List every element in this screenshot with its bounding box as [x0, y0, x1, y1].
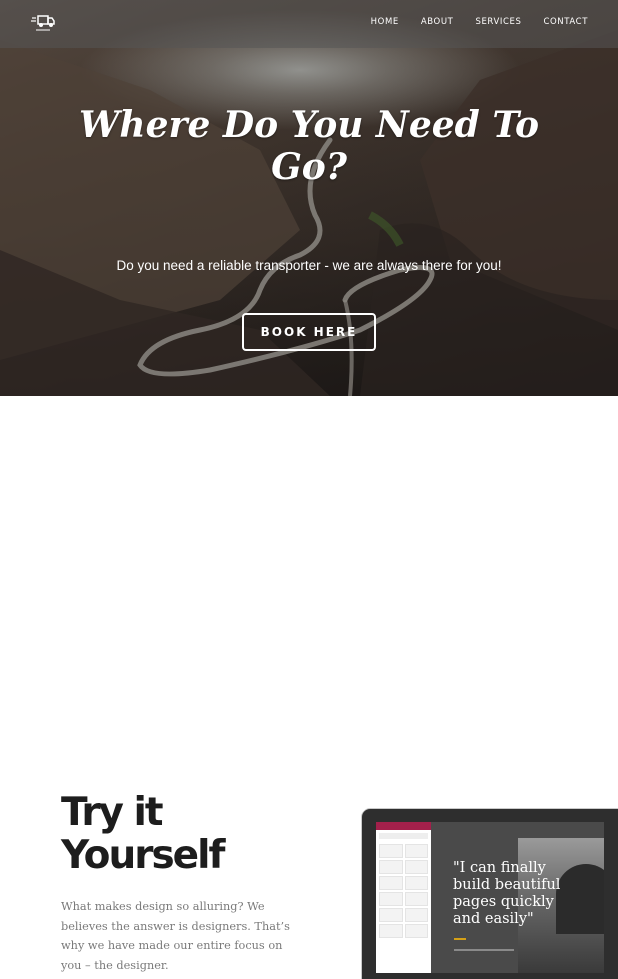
book-here-button[interactable]: BOOK HERE	[242, 313, 376, 351]
widget-tile	[379, 844, 403, 858]
laptop-mockup-image: "I can finally build beautiful pages qui…	[362, 809, 618, 979]
widget-tile	[404, 924, 428, 938]
editor-widget-grid	[376, 842, 431, 940]
feature-title-line1: Try it	[61, 790, 164, 835]
widget-tile	[379, 876, 403, 890]
quote-divider	[454, 938, 466, 940]
delivery-truck-icon[interactable]	[30, 11, 56, 33]
hero-section: HOME ABOUT SERVICES CONTACT Where Do You…	[0, 0, 618, 396]
widget-tile	[379, 860, 403, 874]
widget-tile	[379, 924, 403, 938]
screen-quote: "I can finally build beautiful pages qui…	[453, 860, 561, 927]
feature-description: What makes design so alluring? We believ…	[61, 900, 290, 972]
feature-title: Try it Yourself	[61, 790, 225, 878]
hero-subtitle: Do you need a reliable transporter - we …	[116, 258, 502, 273]
feature-title-line2: Yourself	[61, 833, 225, 878]
widget-tile	[404, 876, 428, 890]
widget-tile	[404, 844, 428, 858]
editor-panel	[376, 822, 431, 973]
nav-about-link[interactable]: ABOUT	[421, 17, 454, 27]
widget-tile	[379, 908, 403, 922]
nav-services-link[interactable]: SERVICES	[475, 17, 521, 27]
laptop-screen: "I can finally build beautiful pages qui…	[376, 822, 604, 973]
hero-title: Where Do You Need To Go?	[78, 104, 540, 188]
editor-panel-search	[379, 833, 428, 839]
nav-home-link[interactable]: HOME	[371, 17, 399, 27]
widget-tile	[404, 908, 428, 922]
widget-tile	[379, 892, 403, 906]
top-navbar: HOME ABOUT SERVICES CONTACT	[0, 0, 618, 48]
nav-contact-link[interactable]: CONTACT	[543, 17, 588, 27]
editor-panel-header	[376, 822, 431, 830]
widget-tile	[404, 860, 428, 874]
quote-author-line	[454, 949, 514, 951]
widget-tile	[404, 892, 428, 906]
main-nav: HOME ABOUT SERVICES CONTACT	[371, 17, 588, 27]
